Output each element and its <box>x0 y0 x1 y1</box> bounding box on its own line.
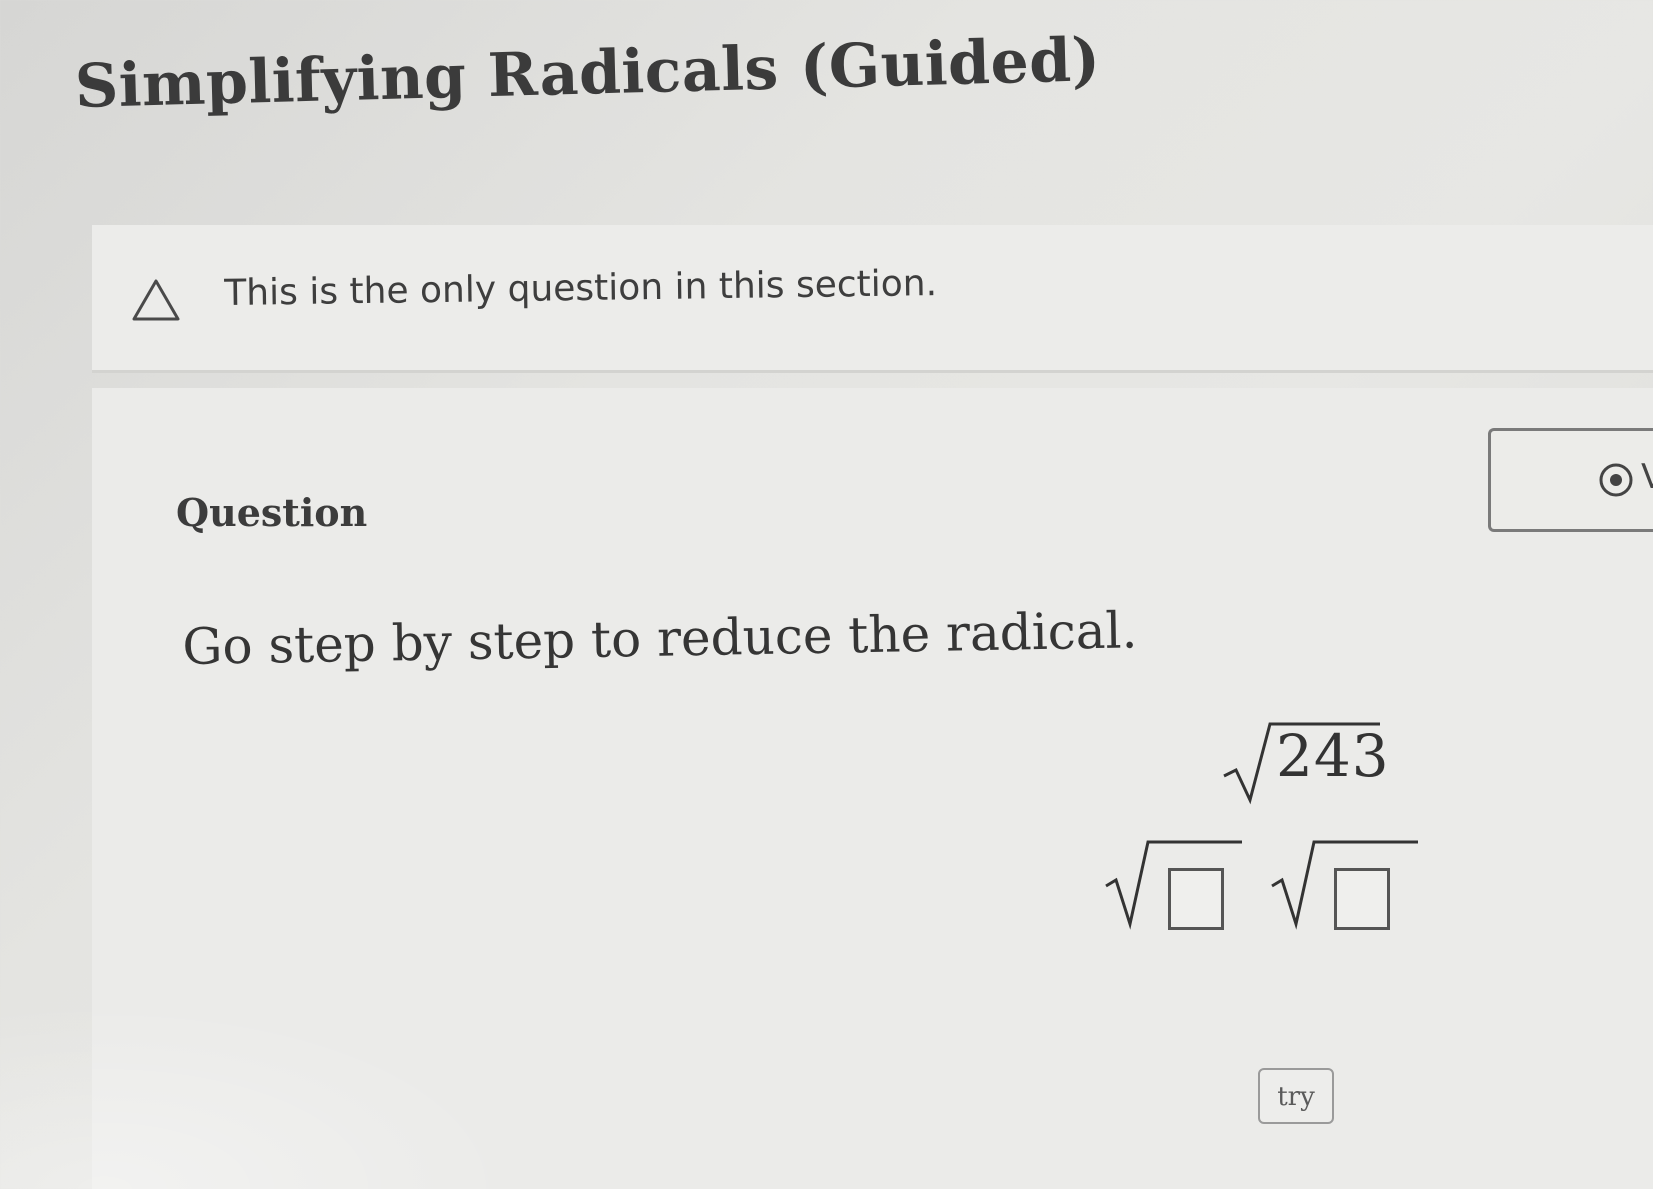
question-card: Question Go step by step to reduce the r… <box>92 388 1653 1189</box>
side-panel-label: V <box>1641 457 1653 497</box>
radicand-input-2[interactable] <box>1334 868 1390 930</box>
record-icon[interactable] <box>1597 461 1635 499</box>
answer-row <box>1102 828 1432 938</box>
radical-expression: 243 <box>1220 718 1389 808</box>
question-heading: Question <box>176 490 368 535</box>
try-button[interactable]: try <box>1258 1068 1334 1124</box>
notice-text: This is the only question in this sectio… <box>224 263 938 314</box>
page-title: Simplifying Radicals (Guided) <box>74 25 1102 122</box>
radicand-input-1[interactable] <box>1168 868 1224 930</box>
notice-bar: This is the only question in this sectio… <box>92 225 1653 373</box>
radical-slot-1 <box>1102 828 1252 938</box>
side-panel[interactable]: V <box>1488 428 1653 532</box>
question-prompt: Go step by step to reduce the radical. <box>182 601 1138 676</box>
radical-slot-2 <box>1268 828 1418 938</box>
warning-icon <box>132 279 180 321</box>
radicand: 243 <box>1276 722 1390 790</box>
